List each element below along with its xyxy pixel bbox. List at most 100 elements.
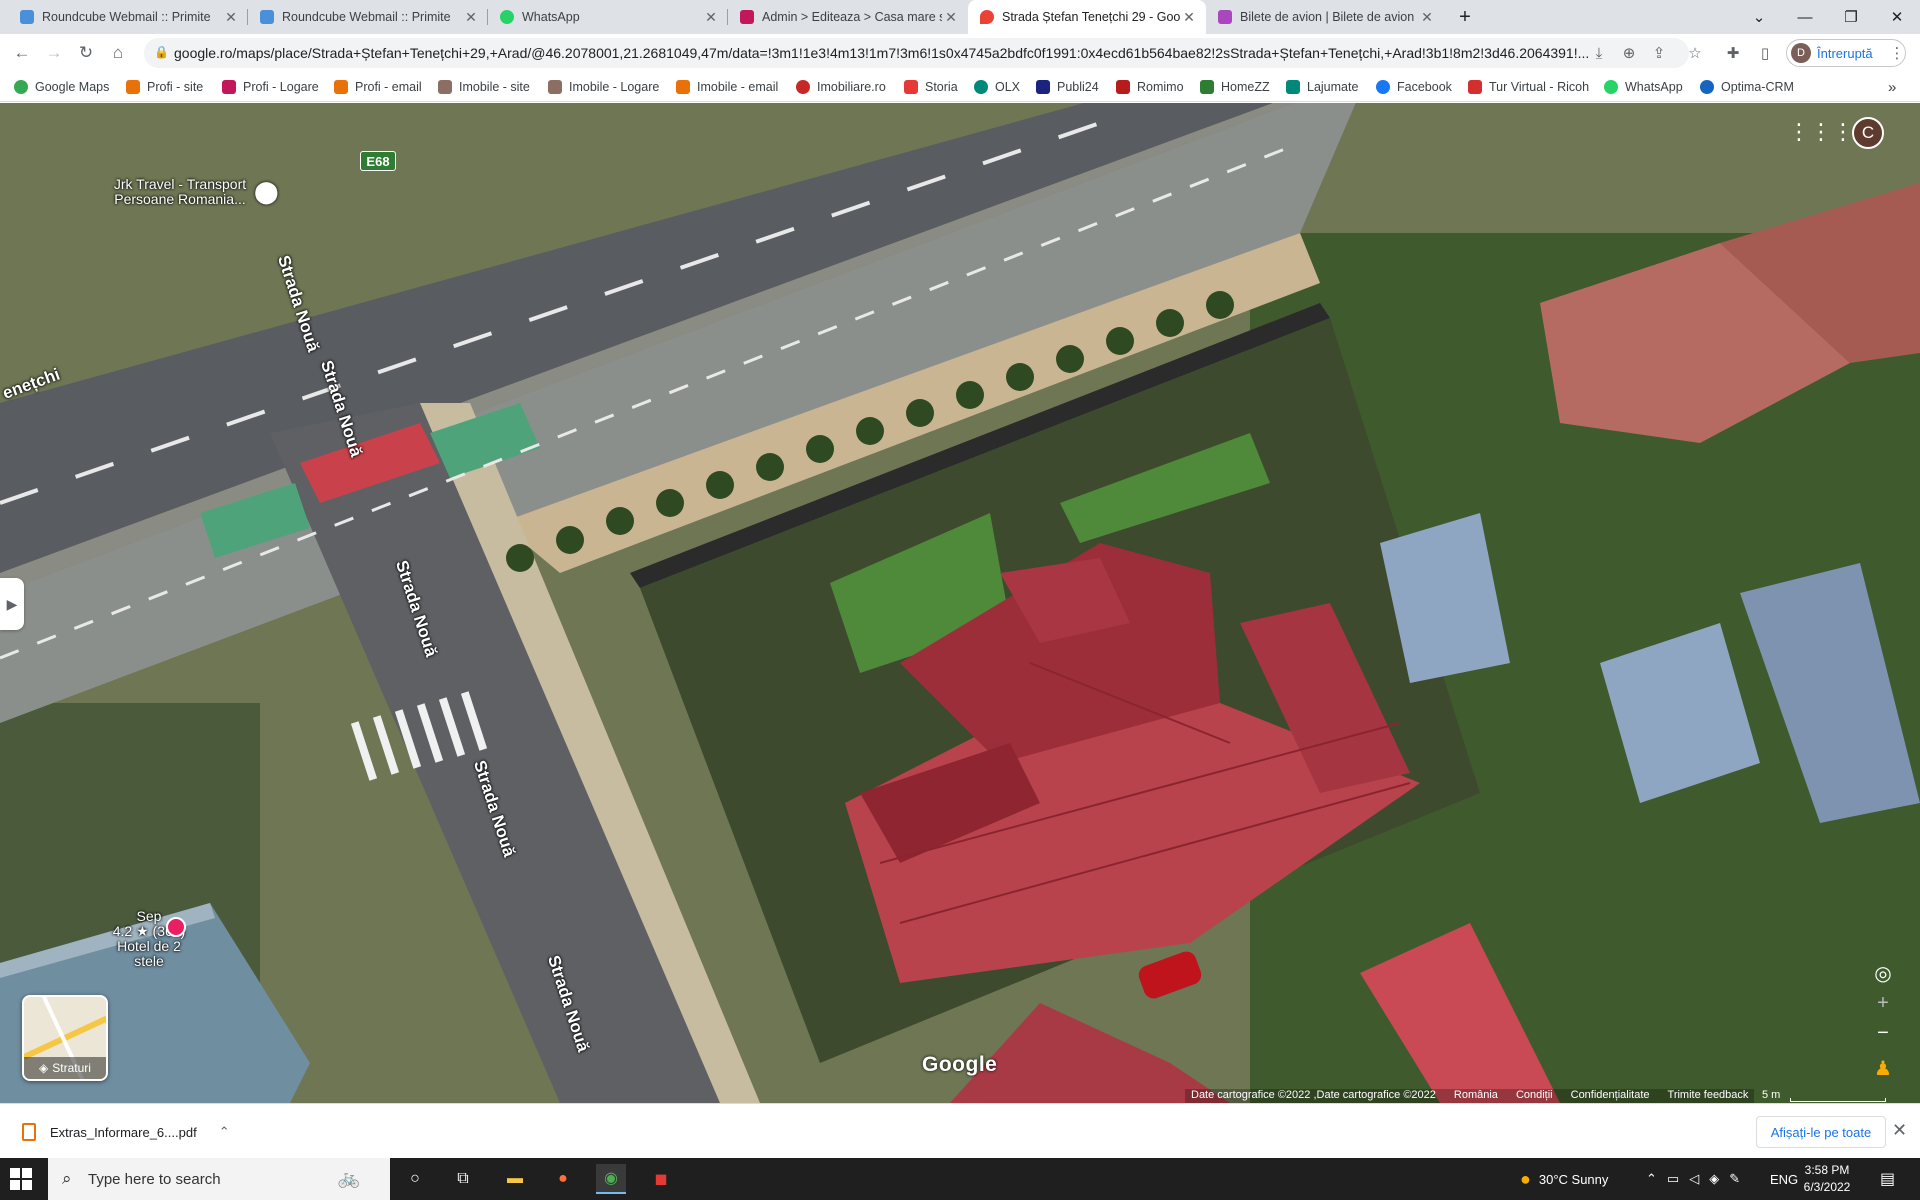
roundcube-icon — [260, 10, 274, 24]
zoom-out-button[interactable]: − — [1868, 1018, 1898, 1048]
new-tab-button[interactable]: + — [1450, 0, 1480, 34]
volume-icon[interactable]: ◁ — [1689, 1171, 1699, 1187]
tab-roundcube-1[interactable]: Roundcube Webmail :: Primite ✕ — [8, 0, 248, 34]
apps-grid-icon[interactable]: ⋮⋮⋮ — [1788, 119, 1854, 145]
hotel-pin-icon[interactable] — [166, 917, 186, 937]
bookmark-optima-crm[interactable]: Optima-CRM — [1700, 77, 1794, 97]
network-icon[interactable]: ▭ — [1667, 1171, 1679, 1187]
forward-button[interactable]: → — [40, 39, 68, 67]
tab-bilete-avion[interactable]: Bilete de avion | Bilete de avion ie ✕ — [1206, 0, 1444, 34]
map-scale[interactable]: 5 m — [1762, 1089, 1892, 1103]
map-canvas[interactable]: enețchi Strada Nouă Strada Nouă Strada N… — [0, 103, 1920, 1103]
window-close-button[interactable]: ✕ — [1874, 0, 1920, 34]
bookmark-facebook[interactable]: Facebook — [1376, 77, 1452, 97]
close-icon[interactable]: ✕ — [462, 9, 480, 26]
reload-button[interactable]: ↻ — [72, 39, 100, 67]
taskbar-search[interactable]: ⌕ Type here to search 🚲 — [48, 1158, 390, 1200]
layers-button[interactable]: ◈ Straturi — [22, 995, 108, 1081]
chrome-icon[interactable]: ◉ — [596, 1164, 626, 1194]
bookmark-imobile-site[interactable]: Imobile - site — [438, 77, 530, 97]
road-badge: E68 — [360, 151, 396, 171]
sun-icon: ● — [1520, 1168, 1531, 1189]
chevron-up-icon[interactable]: ⌃ — [1646, 1171, 1657, 1187]
poi-jrk-travel[interactable]: Jrk Travel - Transport Persoane Romania.… — [100, 177, 260, 207]
bookmark-profi-site[interactable]: Profi - site — [126, 77, 203, 97]
bookmark-romimo[interactable]: Romimo — [1116, 77, 1184, 97]
profi-icon — [676, 80, 690, 94]
region-link[interactable]: România — [1454, 1089, 1498, 1103]
bookmark-profi-email[interactable]: Profi - email — [334, 77, 422, 97]
file-explorer-icon[interactable]: ▬ — [500, 1164, 530, 1194]
restore-button[interactable]: ❐ — [1828, 0, 1874, 34]
home-button[interactable]: ⌂ — [104, 39, 132, 67]
olx-icon — [974, 80, 988, 94]
download-item[interactable]: Extras_Informare_6....pdf ⌃ — [22, 1119, 230, 1145]
bookmarks-overflow-button[interactable]: » — [1888, 77, 1896, 97]
url-text: google.ro/maps/place/Strada+Ștefan+Teneț… — [174, 45, 1590, 61]
clock[interactable]: 3:58 PM 6/3/2022 — [1792, 1162, 1862, 1196]
close-icon[interactable]: ✕ — [942, 9, 960, 26]
bookmark-homezz[interactable]: HomeZZ — [1200, 77, 1270, 97]
tab-roundcube-2[interactable]: Roundcube Webmail :: Primite ✕ — [248, 0, 488, 34]
bookmark-imobile-email[interactable]: Imobile - email — [676, 77, 778, 97]
pen-icon[interactable]: ✎ — [1729, 1171, 1740, 1187]
ricoh-icon — [1468, 80, 1482, 94]
task-view-icon[interactable]: ⧉ — [448, 1164, 478, 1194]
t-icon — [740, 10, 754, 24]
tab-title: Roundcube Webmail :: Primite — [282, 10, 451, 24]
tab-title: Admin > Editeaza > Casa mare st — [762, 10, 942, 24]
tab-whatsapp[interactable]: WhatsApp ✕ — [488, 0, 728, 34]
close-icon[interactable]: ✕ — [1180, 9, 1198, 26]
tab-admin[interactable]: Admin > Editeaza > Casa mare st ✕ — [728, 0, 968, 34]
bookmark-profi-logare[interactable]: Profi - Logare — [222, 77, 319, 97]
layers-label: ◈ Straturi — [24, 1057, 106, 1079]
back-button[interactable]: ← — [8, 39, 36, 67]
bookmark-publi24[interactable]: Publi24 — [1036, 77, 1099, 97]
minimize-button[interactable]: — — [1782, 0, 1828, 34]
address-bar[interactable]: 🔒 google.ro/maps/place/Strada+Ștefan+Ten… — [144, 38, 1689, 68]
bookmark-star-icon[interactable]: ☆ — [1684, 42, 1706, 64]
antivirus-icon[interactable]: ◈ — [1709, 1171, 1719, 1187]
tab-search-button[interactable]: ⌄ — [1736, 0, 1782, 34]
bookmark-olx[interactable]: OLX — [974, 77, 1020, 97]
close-icon[interactable]: ✕ — [1418, 9, 1436, 26]
terms-link[interactable]: Condiții — [1516, 1089, 1553, 1103]
bookmark-tur-virtual[interactable]: Tur Virtual - Ricoh — [1468, 77, 1589, 97]
my-location-icon[interactable]: ◎ — [1868, 958, 1898, 988]
bookmark-lajumate[interactable]: Lajumate — [1286, 77, 1358, 97]
weather-widget[interactable]: ● 30°C Sunny — [1520, 1158, 1608, 1200]
tab-title: Strada Ștefan Tenețchi 29 - Goog — [1002, 10, 1180, 24]
bookmark-google-maps[interactable]: Google Maps — [14, 77, 109, 97]
extensions-icon[interactable]: ✚ — [1722, 42, 1744, 64]
zoom-icon[interactable]: ⊕ — [1618, 42, 1640, 64]
search-icon: ⌕ — [62, 1169, 72, 1188]
side-panel-icon[interactable]: ▯ — [1754, 42, 1776, 64]
pegman-icon[interactable]: ♟ — [1868, 1053, 1898, 1083]
notifications-icon[interactable]: ▤ — [1880, 1158, 1895, 1200]
pdf-app-icon[interactable]: ◼ — [646, 1164, 676, 1194]
tab-google-maps[interactable]: Strada Ștefan Tenețchi 29 - Goog ✕ — [968, 0, 1206, 34]
map-pin-icon[interactable]: ⬤ — [254, 179, 279, 205]
cortana-icon[interactable]: ○ — [400, 1164, 430, 1194]
bookmark-imobile-logare[interactable]: Imobile - Logare — [548, 77, 659, 97]
close-icon[interactable]: ✕ — [222, 9, 240, 26]
show-all-downloads-button[interactable]: Afișați-le pe toate — [1756, 1116, 1886, 1148]
firefox-icon[interactable]: ● — [548, 1164, 578, 1194]
install-icon[interactable]: ⤓ — [1588, 42, 1610, 64]
close-icon[interactable]: ✕ — [1892, 1120, 1907, 1141]
whatsapp-icon — [500, 10, 514, 24]
side-panel-toggle[interactable]: ▶ — [0, 578, 24, 630]
account-avatar[interactable]: C — [1852, 117, 1884, 149]
zoom-in-button[interactable]: + — [1868, 988, 1898, 1018]
menu-icon[interactable]: ⋮ — [1886, 42, 1908, 64]
privacy-link[interactable]: Confidențialitate — [1571, 1089, 1650, 1103]
feedback-link[interactable]: Trimite feedback — [1668, 1089, 1749, 1103]
bookmark-imobiliare[interactable]: Imobiliare.ro — [796, 77, 886, 97]
windows-start-icon[interactable] — [10, 1168, 32, 1190]
share-icon[interactable]: ⇪ — [1648, 42, 1670, 64]
chevron-up-icon[interactable]: ⌃ — [219, 1124, 230, 1140]
bookmark-storia[interactable]: Storia — [904, 77, 958, 97]
close-icon[interactable]: ✕ — [702, 9, 720, 26]
bookmark-whatsapp[interactable]: WhatsApp — [1604, 77, 1683, 97]
search-placeholder: Type here to search — [88, 1170, 221, 1188]
